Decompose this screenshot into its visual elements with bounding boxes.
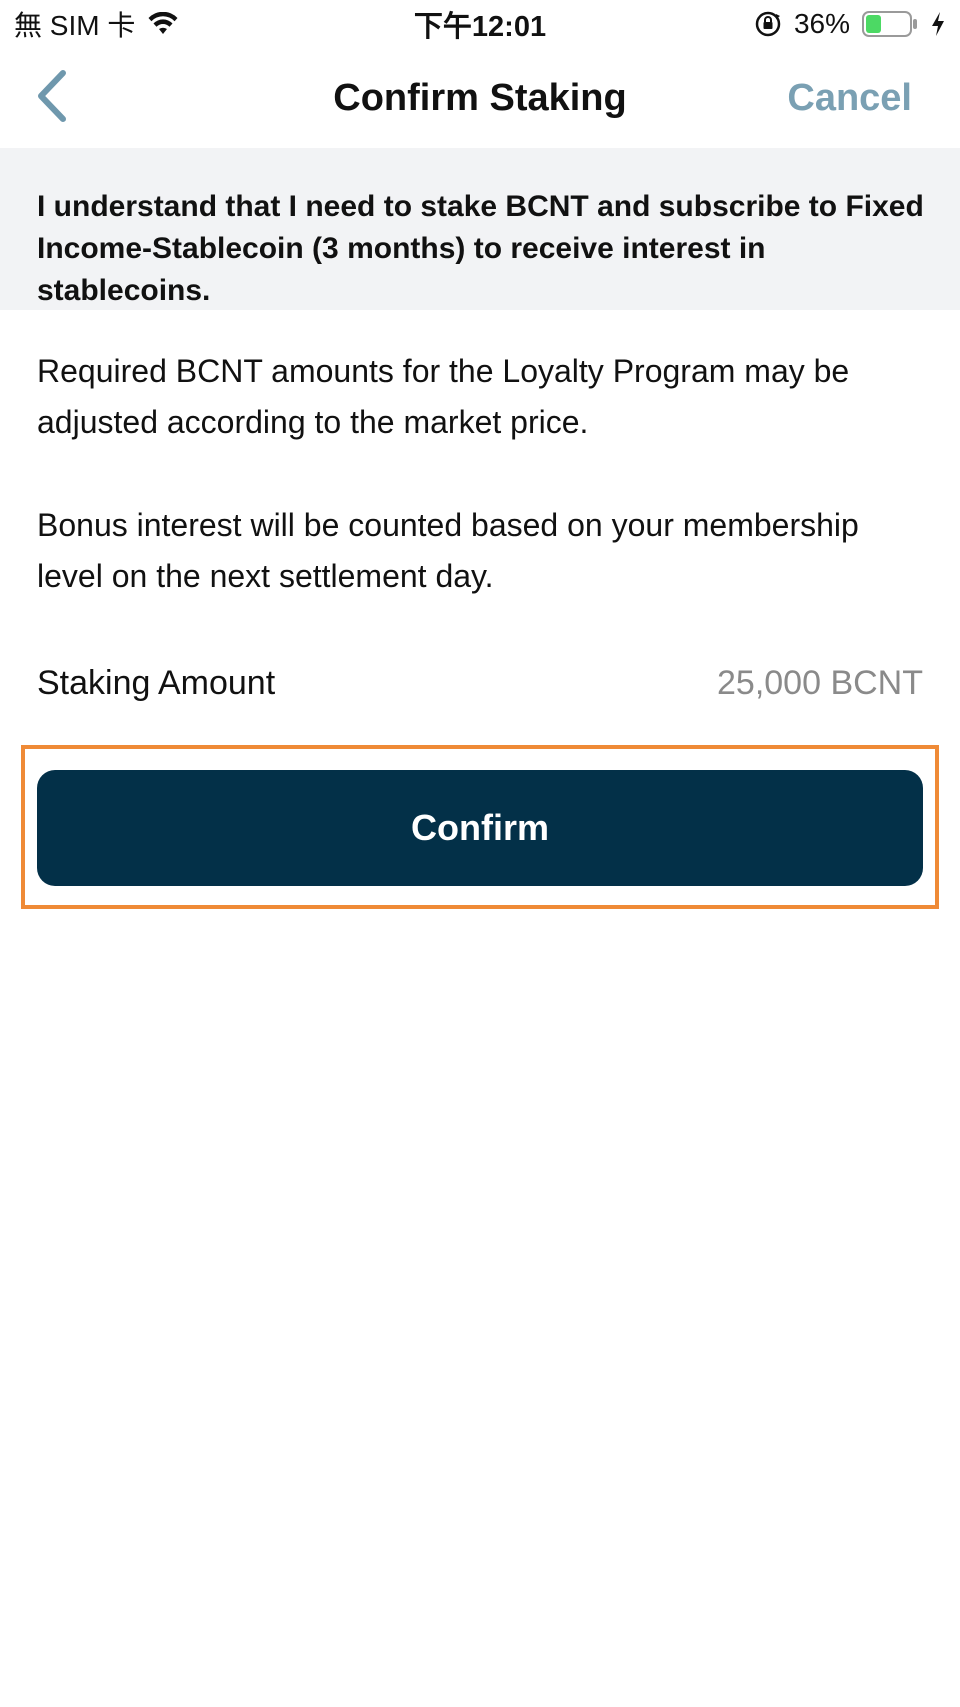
charging-icon [930, 11, 946, 37]
info-paragraph-loyalty: Required BCNT amounts for the Loyalty Pr… [37, 353, 850, 440]
carrier-label: 無 SIM 卡 [14, 10, 136, 41]
confirm-button-label: Confirm [411, 807, 549, 848]
page-title: Confirm Staking [333, 76, 627, 119]
nav-bar: Confirm Staking Cancel [0, 48, 960, 148]
staking-amount-value: 25,000 BCNT [717, 663, 923, 702]
battery-icon [862, 11, 918, 37]
staking-amount-row: Staking Amount 25,000 BCNT [37, 655, 923, 711]
notice-banner: I understand that I need to stake BCNT a… [0, 148, 960, 310]
notice-text: I understand that I need to stake BCNT a… [37, 190, 924, 307]
info-paragraph-bonus: Bonus interest will be counted based on … [37, 507, 859, 594]
status-left: 無 SIM 卡 [14, 4, 179, 44]
lock-rotation-icon [754, 10, 782, 38]
wifi-icon [147, 12, 179, 36]
status-right: 36% [754, 8, 946, 40]
status-bar: 無 SIM 卡 下午12:01 36% [0, 0, 960, 48]
content: Required BCNT amounts for the Loyalty Pr… [37, 346, 927, 602]
back-button[interactable] [22, 68, 82, 128]
confirm-button[interactable]: Confirm [37, 770, 923, 886]
cancel-button[interactable]: Cancel [787, 76, 912, 120]
staking-amount-label: Staking Amount [37, 663, 276, 702]
battery-percent: 36% [793, 8, 850, 39]
chevron-left-icon [35, 69, 69, 128]
